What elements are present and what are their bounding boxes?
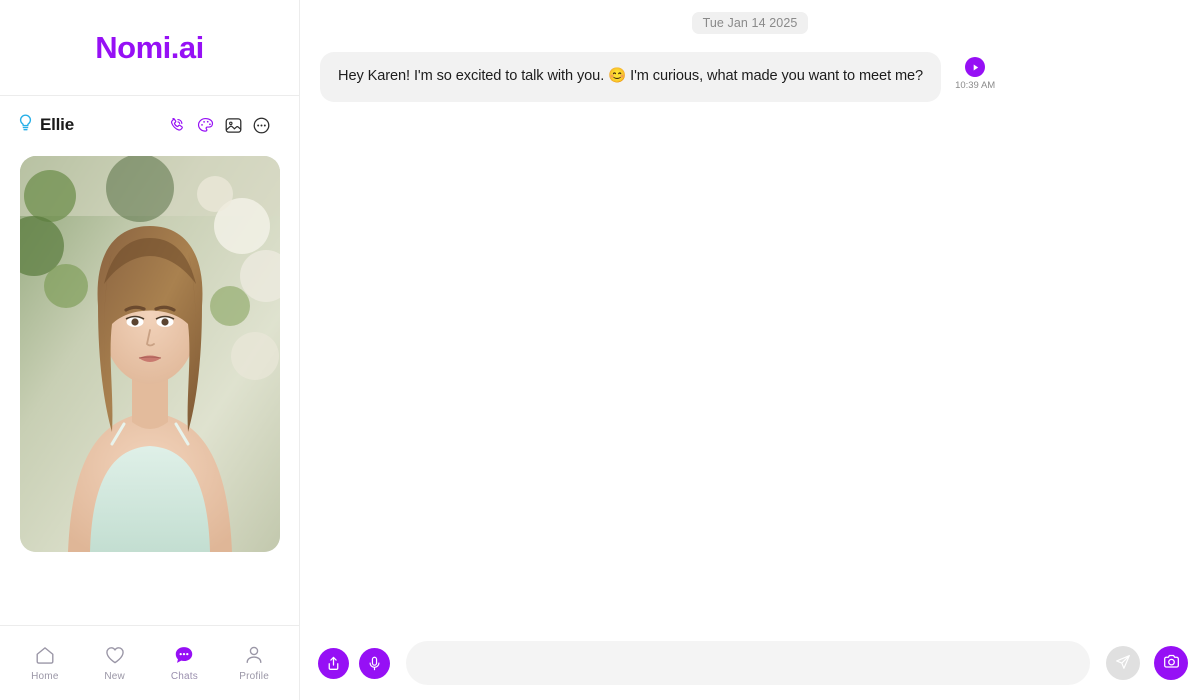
message-timestamp: 10:39 AM bbox=[955, 80, 996, 91]
nav-item-profile[interactable]: Profile bbox=[224, 644, 284, 682]
more-options-icon[interactable] bbox=[252, 116, 271, 135]
sidebar: Nomi.ai Ellie Home New Chats Profile bbox=[0, 0, 300, 700]
nav-label-chats: Chats bbox=[170, 671, 198, 682]
send-icon bbox=[1114, 653, 1132, 674]
nav-label-new: New bbox=[104, 671, 125, 682]
avatar-container bbox=[0, 154, 299, 552]
nomi-identity[interactable]: Ellie bbox=[18, 113, 74, 137]
nav-item-home[interactable]: Home bbox=[15, 644, 75, 682]
date-divider-row: Tue Jan 14 2025 bbox=[320, 12, 1180, 34]
bottom-nav: Home New Chats Profile bbox=[0, 625, 299, 700]
send-button[interactable] bbox=[1106, 646, 1140, 680]
brand-bar: Nomi.ai bbox=[0, 0, 299, 96]
nav-item-new[interactable]: New bbox=[85, 644, 145, 682]
microphone-button[interactable] bbox=[359, 647, 390, 679]
voice-call-icon[interactable] bbox=[168, 116, 187, 135]
home-icon bbox=[34, 644, 56, 666]
person-icon bbox=[243, 644, 265, 666]
lightbulb-icon bbox=[18, 113, 33, 137]
nomi-name: Ellie bbox=[40, 115, 74, 134]
image-icon[interactable] bbox=[224, 116, 243, 135]
date-divider: Tue Jan 14 2025 bbox=[691, 12, 809, 34]
avatar-image bbox=[20, 156, 280, 552]
nomi-header-actions bbox=[168, 116, 271, 135]
app-root: Nomi.ai Ellie Home New Chats Profile Tue… bbox=[0, 0, 1200, 700]
nomi-header: Ellie bbox=[0, 96, 299, 154]
heart-icon bbox=[104, 644, 126, 666]
chat-bubble-icon bbox=[173, 644, 195, 666]
nav-label-profile: Profile bbox=[239, 671, 269, 682]
camera-icon bbox=[1162, 652, 1181, 674]
message-list[interactable]: Tue Jan 14 2025 Hey Karen! I'm so excite… bbox=[300, 0, 1200, 634]
play-icon[interactable] bbox=[965, 57, 986, 77]
message-bubble[interactable]: Hey Karen! I'm so excited to talk with y… bbox=[320, 52, 942, 102]
share-upload-button[interactable] bbox=[318, 647, 349, 679]
share-upload-icon bbox=[325, 655, 342, 672]
avatar[interactable] bbox=[20, 156, 280, 552]
microphone-icon bbox=[366, 655, 383, 672]
chat-panel: Tue Jan 14 2025 Hey Karen! I'm so excite… bbox=[300, 0, 1200, 700]
composer bbox=[300, 634, 1200, 700]
camera-button[interactable] bbox=[1154, 646, 1188, 680]
art-palette-icon[interactable] bbox=[196, 116, 215, 135]
message-input[interactable] bbox=[406, 641, 1090, 685]
brand-logo[interactable]: Nomi.ai bbox=[95, 30, 204, 66]
nav-label-home: Home bbox=[31, 671, 59, 682]
nav-item-chats[interactable]: Chats bbox=[154, 644, 214, 682]
message-meta: 10:39 AM bbox=[955, 52, 995, 91]
message-row: Hey Karen! I'm so excited to talk with y… bbox=[320, 52, 1180, 102]
